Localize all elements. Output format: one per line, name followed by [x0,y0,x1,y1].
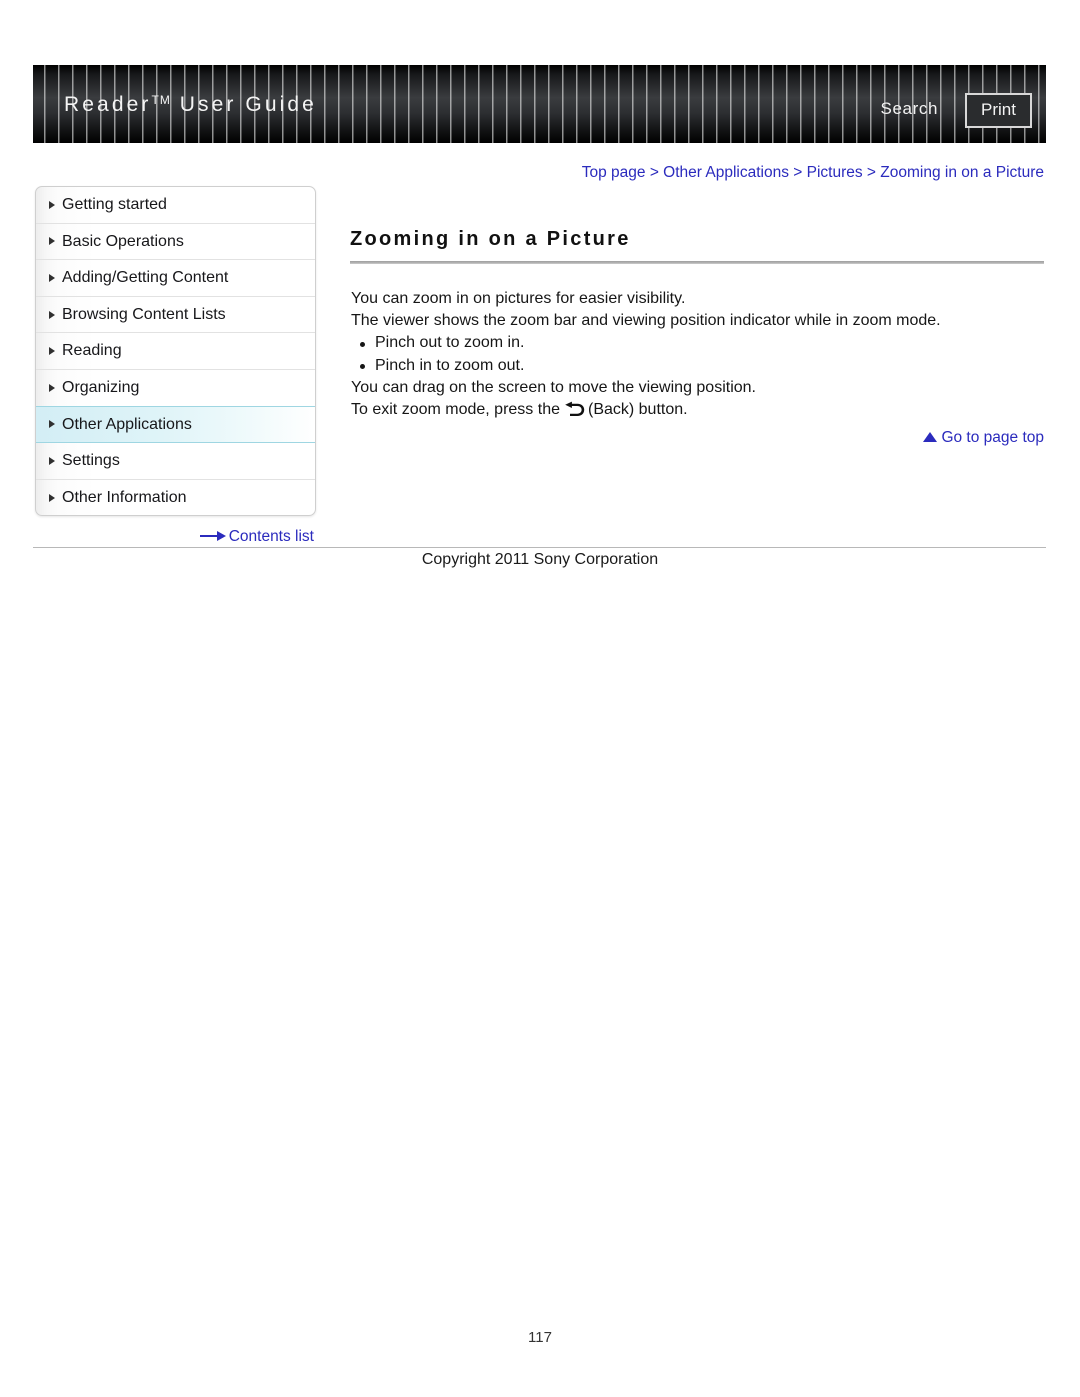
sidebar-item-label: Reading [62,342,122,360]
contents-list-label: Contents list [228,528,314,545]
drag-paragraph: You can drag on the screen to move the v… [351,378,756,396]
pinch-instructions-list: Pinch out to zoom in. Pinch in to zoom o… [351,332,1051,376]
sidebar-item-label: Organizing [62,378,140,396]
app-title-text: Reader [64,93,152,116]
sidebar-item-label: Browsing Content Lists [62,305,226,323]
chevron-right-icon [49,383,55,392]
page-number: 117 [528,1329,552,1346]
chevron-right-icon [49,420,55,429]
chevron-right-icon [49,237,55,246]
sidebar-item-settings[interactable]: Settings [36,443,315,480]
sidebar-item-browsing-content-lists[interactable]: Browsing Content Lists [36,297,315,334]
main-content: You can zoom in on pictures for easier v… [351,288,1051,421]
list-item: Pinch in to zoom out. [351,355,1051,377]
exit-zoom-text-after: (Back) button. [587,401,688,419]
sidebar-item-label: Getting started [62,196,167,213]
chevron-right-icon [49,273,55,282]
sidebar-item-getting-started[interactable]: Getting started [36,187,315,224]
app-title-suffix: User Guide [179,93,317,116]
back-button-icon [564,401,586,417]
search-link[interactable]: Search [881,99,938,119]
chevron-right-icon [49,493,55,502]
sidebar-item-other-applications[interactable]: Other Applications [36,405,315,444]
print-button[interactable]: Print [965,93,1032,128]
copyright-notice: Copyright 2011 Sony Corporation [421,551,659,568]
sidebar-item-reading[interactable]: Reading [36,333,315,370]
chevron-right-icon [49,310,55,319]
chevron-right-icon [49,456,55,465]
title-divider [350,261,1044,264]
go-to-page-top-label: Go to page top [941,429,1044,446]
sidebar-item-label: Other Applications [62,415,192,433]
sidebar-item-other-information[interactable]: Other Information [36,480,315,516]
sidebar-item-basic-operations[interactable]: Basic Operations [36,224,315,261]
trademark-symbol: TM [151,93,171,107]
breadcrumb[interactable]: Top page > Other Applications > Pictures… [350,164,1044,182]
footer-divider [33,547,1046,548]
sidebar-item-adding-getting-content[interactable]: Adding/Getting Content [36,260,315,297]
sidebar-item-organizing[interactable]: Organizing [36,370,315,407]
arrow-right-icon [199,531,226,541]
contents-list-link[interactable]: Contents list [35,528,314,546]
page-title: Zooming in on a Picture [350,228,631,250]
chevron-right-icon [49,347,55,356]
viewer-paragraph: The viewer shows the zoom bar and viewin… [351,312,941,330]
app-title: ReaderTM User Guide [64,93,317,117]
list-item: Pinch out to zoom in. [351,332,1051,354]
sidebar-nav: Getting started Basic Operations Adding/… [35,186,316,517]
sidebar-item-label: Other Information [62,488,187,506]
go-to-page-top-link[interactable]: Go to page top [350,429,1044,447]
intro-paragraph: You can zoom in on pictures for easier v… [351,290,686,307]
header-banner: ReaderTM User Guide Search Print [33,65,1046,143]
sidebar-item-label: Settings [62,452,120,470]
sidebar-item-label: Basic Operations [62,232,184,250]
chevron-right-icon [49,200,55,209]
exit-zoom-text-before: To exit zoom mode, press the [351,401,560,419]
triangle-up-icon [923,432,938,442]
exit-zoom-paragraph: To exit zoom mode, press the (Back) butto… [351,399,1051,421]
sidebar-item-label: Adding/Getting Content [62,269,229,287]
